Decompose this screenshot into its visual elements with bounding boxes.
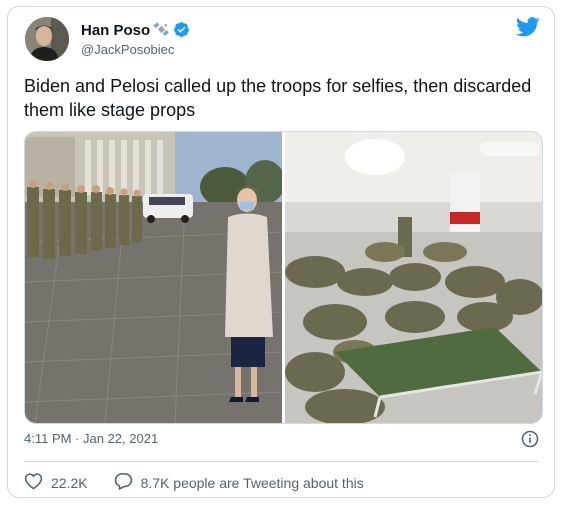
conversation-action[interactable]: 8.7K people are Tweeting about this	[114, 472, 364, 493]
tweet-media	[24, 131, 543, 424]
like-action[interactable]: 22.2K	[24, 472, 88, 493]
like-count: 22.2K	[51, 474, 88, 491]
verified-badge-icon	[173, 21, 190, 43]
heart-icon[interactable]	[24, 472, 43, 493]
tweet-timestamp[interactable]: 4:11 PM · Jan 22, 2021	[24, 431, 158, 446]
photo-troops-capitol[interactable]	[25, 132, 282, 423]
divider	[24, 461, 538, 462]
twitter-bird-icon[interactable]	[515, 17, 540, 37]
tweet-text: Biden and Pelosi called up the troops fo…	[24, 76, 532, 120]
conversation-text: 8.7K people are Tweeting about this	[140, 474, 364, 491]
author-handle[interactable]: @JackPosobiec	[81, 42, 174, 57]
info-icon[interactable]	[521, 430, 539, 448]
speech-bubble-icon[interactable]	[114, 472, 133, 493]
tweet-card: Han Poso @JackPosobiec Biden and Pelosi …	[7, 6, 555, 498]
satellite-emoji-icon	[153, 21, 170, 43]
avatar[interactable]	[25, 17, 69, 61]
author-badges	[153, 21, 190, 43]
tweet-actions: 22.2K 8.7K people are Tweeting about thi…	[24, 472, 364, 493]
author-name[interactable]: Han Poso	[81, 22, 150, 39]
photo-troops-garage[interactable]	[285, 132, 542, 423]
